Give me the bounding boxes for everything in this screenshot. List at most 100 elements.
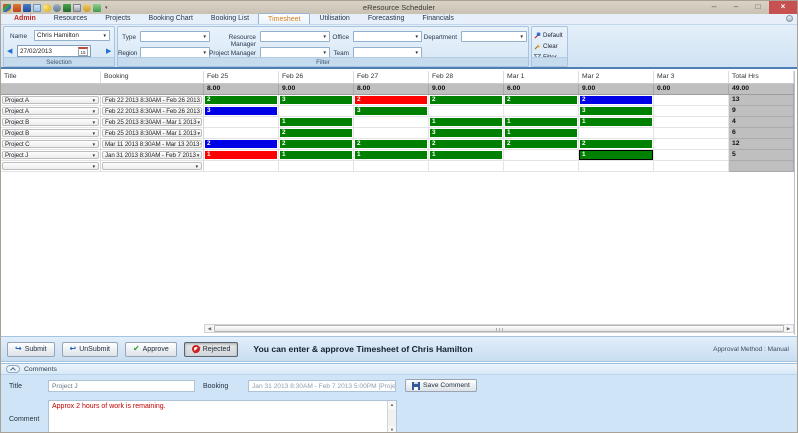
timesheet-cell[interactable] (504, 161, 579, 172)
printer-icon[interactable] (73, 4, 81, 12)
timesheet-cell[interactable] (354, 128, 429, 139)
timesheet-cell[interactable] (429, 161, 504, 172)
timesheet-cell[interactable]: 1 (204, 150, 279, 161)
vertical-scrollbar[interactable]: ▲ ▼ (387, 401, 396, 433)
booking-combo[interactable]: Feb 22 2013 8:30AM - Feb 26 2013▼ (102, 107, 202, 115)
timesheet-cell[interactable]: 2 (579, 139, 654, 150)
timesheet-cell[interactable]: 2 (204, 139, 279, 150)
undo-icon[interactable] (13, 4, 21, 12)
timesheet-cell[interactable]: 1 (429, 117, 504, 128)
timesheet-cell[interactable] (504, 150, 579, 161)
monitor-icon[interactable] (63, 4, 71, 12)
ribbon-options-icon[interactable]: -- (703, 1, 725, 14)
tab-forecasting[interactable]: Forecasting (359, 13, 414, 24)
previous-week-icon[interactable]: ◀ (7, 47, 12, 57)
timesheet-cell[interactable]: 1 (279, 150, 354, 161)
tab-financials[interactable]: Financials (413, 13, 463, 24)
app-icon[interactable] (3, 4, 11, 12)
timesheet-cell[interactable]: 3 (579, 106, 654, 117)
comment-booking-field[interactable]: Jan 31 2013 8:30AM - Feb 7 2013 5:00PM [… (248, 380, 396, 392)
notebook-icon[interactable] (23, 4, 31, 12)
tab-booking-list[interactable]: Booking List (202, 13, 258, 24)
calendar-icon[interactable]: 15 (78, 47, 88, 56)
booking-combo[interactable]: Jan 31 2013 8:30AM - Feb 7 2013▼ (102, 151, 202, 159)
timesheet-cell[interactable] (654, 139, 729, 150)
resource-name-select[interactable]: Chris Hamilton▼ (34, 30, 110, 41)
timesheet-cell[interactable]: 3 (429, 128, 504, 139)
title-combo[interactable]: Project A▼ (2, 96, 99, 104)
approve-button[interactable]: ✔ Approve (125, 342, 177, 357)
timesheet-cell[interactable] (579, 161, 654, 172)
timesheet-cell[interactable]: 2 (204, 95, 279, 106)
resource-manager-select[interactable]: ▼ (260, 31, 330, 42)
rejected-button[interactable]: Rejected (184, 342, 239, 357)
title-combo[interactable]: Project J▼ (2, 151, 99, 159)
collapse-comments-button[interactable] (6, 365, 20, 373)
title-combo[interactable]: Project A▼ (2, 107, 99, 115)
timesheet-cell[interactable] (654, 95, 729, 106)
timesheet-cell selected-cell[interactable]: 1 (579, 150, 654, 161)
settings-icon[interactable] (53, 4, 61, 12)
booking-combo[interactable]: ▼ (102, 162, 202, 170)
close-icon[interactable]: × (769, 1, 797, 14)
booking-combo[interactable]: Feb 25 2013 8:30AM - Mar 1 2013▼ (102, 118, 202, 126)
submit-button[interactable]: ↪ Submit (7, 342, 55, 357)
timesheet-cell[interactable]: 1 (504, 117, 579, 128)
timesheet-cell[interactable] (654, 150, 729, 161)
timesheet-cell[interactable] (354, 117, 429, 128)
scroll-down-icon[interactable]: ▼ (388, 426, 396, 433)
timesheet-cell[interactable] (654, 117, 729, 128)
save-comment-button[interactable]: Save Comment (405, 379, 477, 392)
timesheet-cell[interactable]: 2 (279, 139, 354, 150)
export-icon[interactable] (93, 4, 101, 12)
scroll-up-icon[interactable]: ▲ (388, 401, 396, 409)
unsubmit-button[interactable]: ↩ UnSubmit (62, 342, 118, 357)
timesheet-cell[interactable]: 1 (504, 128, 579, 139)
timesheet-cell[interactable] (654, 128, 729, 139)
horizontal-scrollbar[interactable]: ◀ ▶ (204, 324, 794, 333)
scrollbar-thumb[interactable] (214, 325, 784, 332)
type-select[interactable]: ▼ (140, 31, 210, 42)
tab-timesheet[interactable]: Timesheet (258, 13, 310, 24)
default-button[interactable]: Default (534, 30, 567, 40)
minimize-icon[interactable]: – (725, 1, 747, 14)
booking-combo[interactable]: Mar 11 2013 8:30AM - Mar 13 2013▼ (102, 140, 202, 148)
tab-projects[interactable]: Projects (96, 13, 139, 24)
refresh-icon[interactable] (83, 4, 91, 12)
title-combo[interactable]: Project B▼ (2, 118, 99, 126)
timesheet-cell[interactable] (204, 117, 279, 128)
timesheet-cell[interactable]: 1 (279, 117, 354, 128)
comment-title-field[interactable]: Project J (48, 380, 195, 392)
timesheet-cell[interactable] (204, 128, 279, 139)
timesheet-cell[interactable]: 2 (504, 139, 579, 150)
office-select[interactable]: ▼ (353, 31, 422, 42)
timesheet-cell[interactable] (279, 161, 354, 172)
edit-icon[interactable] (33, 4, 41, 12)
timesheet-cell[interactable]: 2 (279, 128, 354, 139)
timesheet-cell[interactable] (504, 106, 579, 117)
scroll-left-icon[interactable]: ◀ (205, 325, 214, 332)
timesheet-cell[interactable]: 2 (429, 95, 504, 106)
qat-dropdown-icon[interactable]: ▾ (103, 5, 110, 11)
comment-textarea[interactable]: Approx 2 hours of work is remaining. ▲ ▼ (48, 400, 397, 433)
scroll-right-icon[interactable]: ▶ (784, 325, 793, 332)
timesheet-cell[interactable] (429, 106, 504, 117)
timesheet-cell[interactable]: 3 (204, 106, 279, 117)
department-select[interactable]: ▼ (461, 31, 527, 42)
timesheet-cell[interactable]: 3 (279, 95, 354, 106)
next-week-icon[interactable]: ▶ (106, 47, 111, 57)
timesheet-cell[interactable] (204, 161, 279, 172)
title-combo[interactable]: ▼ (2, 162, 99, 170)
title-combo[interactable]: Project C▼ (2, 140, 99, 148)
clear-button[interactable]: Clear (534, 41, 567, 51)
title-combo[interactable]: Project B▼ (2, 129, 99, 137)
timesheet-cell[interactable] (654, 106, 729, 117)
date-field[interactable]: 27/02/2013 15 (17, 45, 91, 57)
tab-booking-chart[interactable]: Booking Chart (140, 13, 202, 24)
timesheet-cell[interactable]: 2 (579, 95, 654, 106)
timesheet-cell[interactable]: 2 (354, 139, 429, 150)
booking-combo[interactable]: Feb 22 2013 8:30AM - Feb 26 2013▼ (102, 96, 202, 104)
help-icon[interactable] (786, 15, 793, 22)
restore-icon[interactable]: □ (747, 1, 769, 14)
timesheet-cell[interactable] (654, 161, 729, 172)
